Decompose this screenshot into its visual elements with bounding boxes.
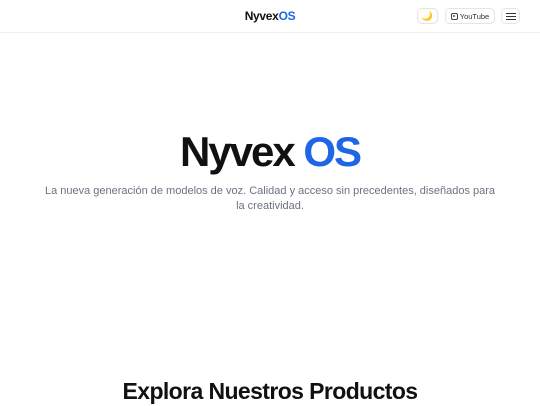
hero-title: Nyvex OS xyxy=(0,128,540,176)
youtube-label: YouTube xyxy=(459,11,490,21)
menu-button[interactable] xyxy=(501,8,520,24)
top-header: NyvexOS 🌙 YouTube xyxy=(0,0,540,33)
brand-name: Nyvex xyxy=(244,9,279,23)
hero-subtitle: La nueva generación de modelos de voz. C… xyxy=(44,185,496,212)
products-heading: Explora Nuestros Productos xyxy=(122,378,419,404)
brand-accent: OS xyxy=(278,9,296,23)
youtube-button[interactable]: YouTube xyxy=(445,8,495,24)
hero-title-main: Nyvex xyxy=(179,128,296,175)
youtube-icon xyxy=(450,12,458,20)
hamburger-menu-icon xyxy=(505,12,516,14)
hero-title-accent: OS xyxy=(303,128,362,175)
moon-icon: 🌙 xyxy=(421,10,434,21)
theme-toggle-button[interactable]: 🌙 xyxy=(417,8,438,24)
